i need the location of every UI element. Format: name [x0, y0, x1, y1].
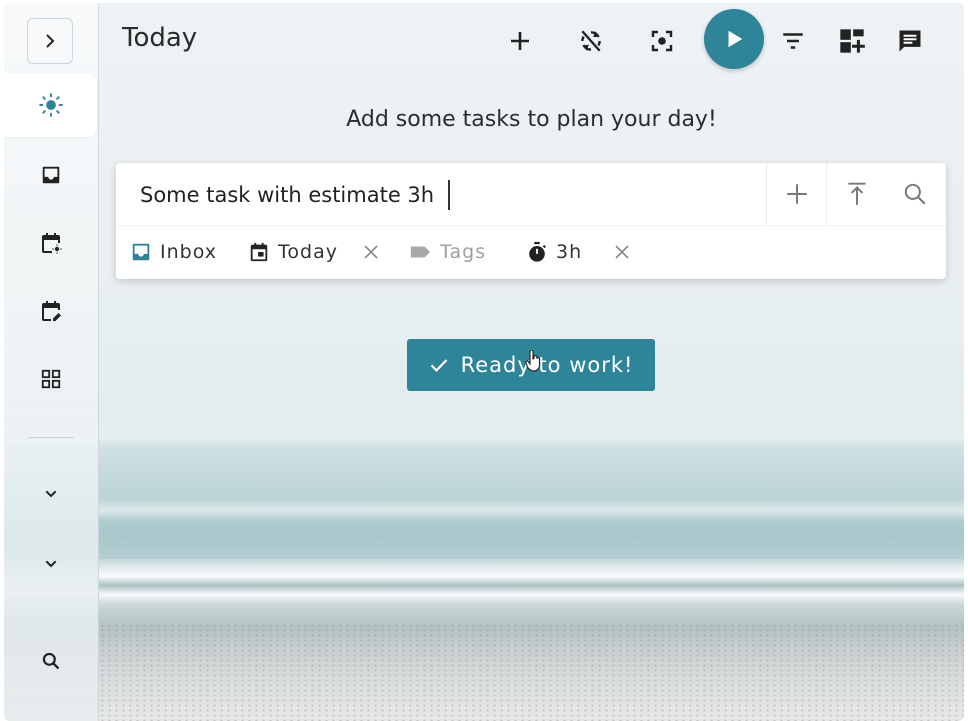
add-task-submit-button[interactable]	[768, 163, 826, 225]
project-chip-label: Inbox	[160, 241, 217, 263]
sidebar-item-planner[interactable]	[4, 211, 98, 275]
sun-icon	[38, 93, 63, 117]
ready-to-work-label: Ready to work!	[460, 353, 634, 377]
divider	[826, 163, 827, 225]
estimate-chip[interactable]: 3h	[526, 237, 582, 267]
close-icon	[615, 245, 629, 259]
expand-sidebar-button[interactable]	[27, 18, 73, 64]
notes-button[interactable]	[888, 19, 932, 63]
start-tracking-button[interactable]	[704, 9, 764, 69]
background-sand	[99, 623, 964, 721]
sidebar-projects-toggle[interactable]	[4, 462, 98, 526]
focus-mode-button[interactable]	[640, 19, 684, 63]
app-window: Today Add some tasks to plan your day! S…	[4, 3, 964, 721]
page-title: Today	[122, 23, 198, 53]
hand-cursor-icon	[525, 350, 541, 372]
check-icon	[430, 359, 447, 372]
due-date-chip-label: Today	[278, 241, 338, 263]
filter-button[interactable]	[771, 19, 815, 63]
sidebar-item-today[interactable]	[4, 73, 97, 137]
tags-chip[interactable]: Tags	[408, 237, 486, 267]
sidebar-item-inbox[interactable]	[4, 143, 98, 207]
chevron-right-icon	[46, 34, 55, 48]
remove-estimate-button[interactable]	[609, 239, 635, 265]
add-board-icon	[840, 29, 865, 53]
background-surf	[99, 559, 964, 603]
empty-state-hint: Add some tasks to plan your day!	[346, 107, 717, 132]
sidebar-tags-toggle[interactable]	[4, 532, 98, 596]
due-date-chip[interactable]: Today	[248, 237, 338, 267]
chat-icon	[899, 30, 921, 52]
plus-icon	[511, 32, 529, 50]
sidebar	[4, 3, 99, 721]
move-to-top-icon	[848, 182, 866, 205]
play-icon	[728, 30, 743, 48]
task-title-input[interactable]	[116, 163, 792, 227]
add-task-card: Inbox Today Tags 3h	[116, 163, 946, 279]
estimate-chip-label: 3h	[556, 241, 583, 263]
chevron-down-icon	[45, 490, 57, 498]
calendar-icon	[250, 242, 268, 262]
remove-due-date-button[interactable]	[358, 239, 384, 265]
inbox-icon	[42, 166, 60, 184]
calendar-today-icon	[42, 233, 62, 254]
filter-icon	[783, 33, 803, 49]
sync-off-icon	[581, 30, 601, 52]
sync-button[interactable]	[569, 19, 613, 63]
inbox-icon	[132, 243, 150, 261]
search-existing-button[interactable]	[886, 163, 944, 225]
add-task-button[interactable]	[498, 19, 542, 63]
text-caret	[448, 180, 450, 210]
sidebar-search-button[interactable]	[4, 629, 98, 693]
add-board-button[interactable]	[830, 19, 874, 63]
sidebar-item-boards[interactable]	[4, 347, 98, 411]
grid-icon	[41, 369, 61, 389]
focus-icon	[651, 30, 673, 52]
close-icon	[364, 245, 378, 259]
timer-icon	[529, 241, 546, 262]
calendar-edit-icon	[42, 301, 61, 321]
project-chip[interactable]: Inbox	[130, 237, 217, 267]
tags-chip-label: Tags	[440, 241, 487, 263]
divider	[766, 163, 767, 225]
tag-icon	[410, 246, 431, 258]
add-to-top-button[interactable]	[828, 163, 886, 225]
search-icon	[904, 183, 926, 205]
background-wave	[99, 499, 964, 521]
sidebar-divider	[28, 437, 74, 438]
search-icon	[42, 652, 60, 670]
card-divider	[116, 225, 946, 226]
plus-icon	[787, 184, 807, 204]
sidebar-item-schedule[interactable]	[4, 279, 98, 343]
chevron-down-icon	[45, 560, 57, 568]
